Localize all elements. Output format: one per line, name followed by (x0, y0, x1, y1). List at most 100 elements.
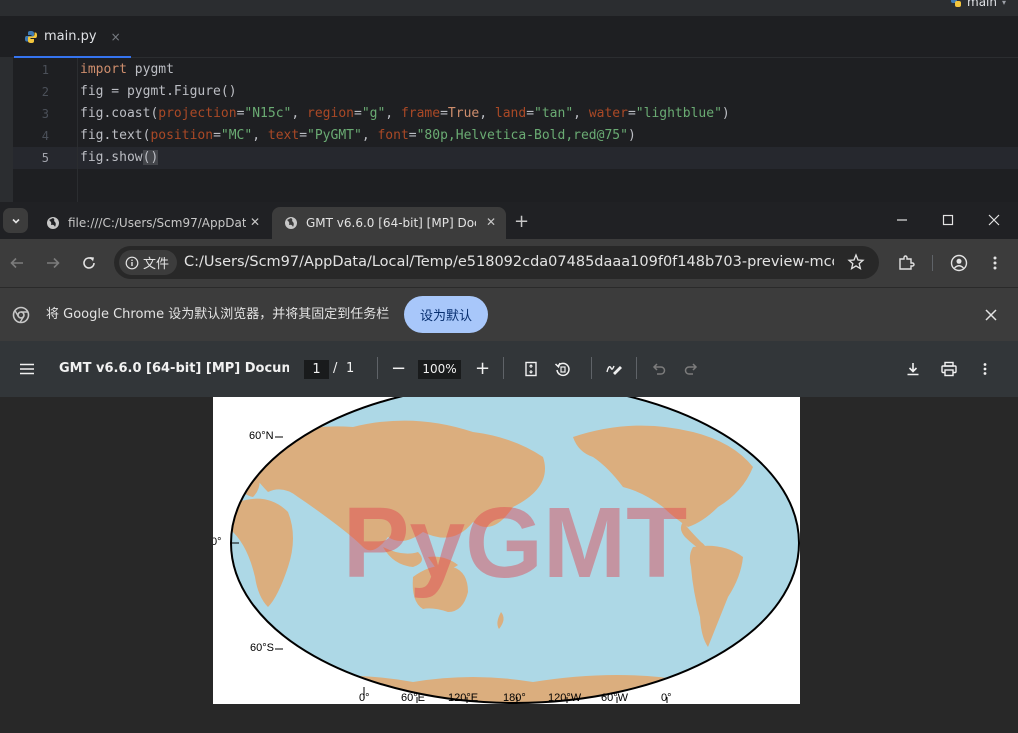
browser-window: file:///C:/Users/Scm97/AppData/Local/Tem… (0, 202, 1018, 733)
redo-button[interactable] (680, 358, 702, 380)
code-token: text (267, 128, 300, 143)
code-line[interactable]: 1 import pygmt (13, 59, 1018, 81)
pdf-page: PyGMT 60°N 0° 60°S 0° 60°E 120°E 180° 12… (213, 397, 800, 704)
code-token: , (361, 128, 378, 143)
python-icon (951, 0, 961, 7)
code-editor[interactable]: 1 import pygmt 2 fig = pygmt.Figure() 3 fig.c… (0, 58, 1018, 202)
pdf-sidebar-button[interactable] (16, 358, 38, 380)
zoom-out-button[interactable]: − (391, 341, 406, 397)
globe-icon (47, 217, 59, 229)
download-button[interactable] (902, 358, 924, 380)
toolbar-separator (636, 357, 637, 379)
code-line[interactable]: 4 fig.text(position="MC", text="PyGMT", f… (13, 125, 1018, 147)
python-file-icon (25, 30, 37, 43)
lat-label: 60°S (250, 642, 274, 654)
code-token: fig = pygmt.Figure() (80, 84, 237, 99)
undo-icon (652, 363, 666, 375)
tab-title: file:///C:/Users/Scm97/AppData/Local/Tem… (68, 216, 246, 230)
chip-label: 文件 (143, 257, 170, 272)
pdf-viewer[interactable]: PyGMT 60°N 0° 60°S 0° 60°E 120°E 180° 12… (0, 397, 1018, 733)
close-icon[interactable]: ✕ (250, 215, 260, 229)
code-token: , (252, 128, 268, 143)
address-bar[interactable]: 文件 C:/Users/Scm97/AppData/Local/Temp/e51… (114, 246, 879, 279)
annotate-button[interactable] (603, 358, 625, 380)
hamburger-icon (20, 363, 34, 375)
zoom-input[interactable]: 100% (418, 360, 461, 379)
toolbar-divider (932, 255, 933, 271)
minimize-icon (897, 219, 907, 221)
chevron-down-icon (11, 218, 20, 224)
lat-label: 60°N (249, 430, 274, 442)
tool-window-strip (0, 58, 13, 202)
profile-button[interactable] (948, 252, 970, 274)
close-icon[interactable]: ✕ (486, 215, 496, 229)
code-token: , (385, 106, 401, 121)
rotate-button[interactable] (552, 358, 574, 380)
code-token: = (213, 128, 221, 143)
forward-button[interactable] (42, 252, 64, 274)
new-tab-button[interactable]: + (514, 211, 529, 232)
tab-main-py[interactable]: main.py × (14, 17, 131, 58)
print-icon (941, 361, 957, 377)
toolbar-separator (503, 357, 504, 379)
fit-page-button[interactable] (520, 358, 542, 380)
code-token: = (627, 106, 636, 121)
tab-search-button[interactable] (3, 208, 28, 233)
code-token: True (447, 106, 480, 121)
info-icon (125, 256, 139, 269)
code-text: import pygmt (80, 59, 174, 81)
close-window-button[interactable] (984, 210, 1004, 230)
ide-title-bar: main ▾ (0, 0, 1018, 17)
code-token: land (494, 106, 527, 121)
chrome-menu-button[interactable] (984, 252, 1006, 274)
code-token: = (440, 106, 448, 121)
editor-tab-bar: main.py × (0, 17, 1018, 58)
undo-button[interactable] (648, 358, 670, 380)
line-number: 5 (41, 151, 49, 165)
line-number: 3 (41, 107, 49, 121)
lon-label: 60°E (401, 692, 425, 704)
chrome-logo-icon (12, 306, 30, 324)
tab-label: main.py (44, 29, 97, 44)
fit-page-icon (525, 361, 537, 377)
browser-tab-file[interactable]: file:///C:/Users/Scm97/AppData/Local/Tem… (34, 207, 270, 239)
browser-tab-pdf[interactable]: GMT v6.6.0 [64-bit] [MP] Document ✕ (272, 207, 506, 239)
code-line[interactable]: 3 fig.coast(projection="N15c", region="g"… (13, 103, 1018, 125)
back-button[interactable] (6, 252, 28, 274)
code-token: "80p,Helvetica-Bold,red@75" (416, 128, 628, 143)
zoom-in-button[interactable]: + (475, 341, 490, 397)
code-line[interactable]: 5 fig.show() (13, 147, 1018, 169)
line-number: 4 (41, 129, 49, 143)
pdf-toolbar: GMT v6.6.0 [64-bit] [MP] Document 1 / 1 … (0, 341, 1018, 397)
close-icon[interactable] (985, 309, 997, 321)
more-vertical-icon (983, 363, 987, 375)
code-token: fig.text( (80, 128, 151, 143)
lon-label: 0° (661, 692, 672, 704)
code-line[interactable]: 2 fig = pygmt.Figure() (13, 81, 1018, 103)
line-number: 2 (41, 85, 49, 99)
chevron-down-icon: ▾ (1001, 0, 1006, 7)
page-number-input[interactable]: 1 (304, 360, 329, 379)
minimize-button[interactable] (892, 210, 912, 230)
pygmt-watermark: PyGMT (343, 487, 687, 599)
maximize-button[interactable] (938, 210, 958, 230)
site-info-chip[interactable]: 文件 (119, 250, 178, 275)
print-button[interactable] (938, 358, 960, 380)
set-default-button[interactable]: 设为默认 (404, 296, 488, 333)
extensions-button[interactable] (895, 252, 917, 274)
code-token: fig.show (80, 150, 143, 165)
code-token: () (142, 150, 159, 165)
tab-strip: file:///C:/Users/Scm97/AppData/Local/Tem… (0, 202, 1018, 239)
url-text[interactable]: C:/Users/Scm97/AppData/Local/Temp/e51809… (184, 246, 834, 279)
close-tab-icon[interactable]: × (111, 30, 121, 44)
star-icon[interactable] (847, 253, 865, 271)
reload-button[interactable] (78, 252, 100, 274)
code-token: "tan" (534, 106, 574, 121)
branch-widget[interactable]: main ▾ (950, 0, 1006, 9)
more-vertical-icon (993, 256, 997, 270)
code-token: ) (627, 128, 636, 143)
globe-icon (285, 217, 297, 229)
pdf-more-button[interactable] (974, 358, 996, 380)
code-token: import (80, 62, 127, 77)
page-total: 1 (346, 361, 355, 376)
